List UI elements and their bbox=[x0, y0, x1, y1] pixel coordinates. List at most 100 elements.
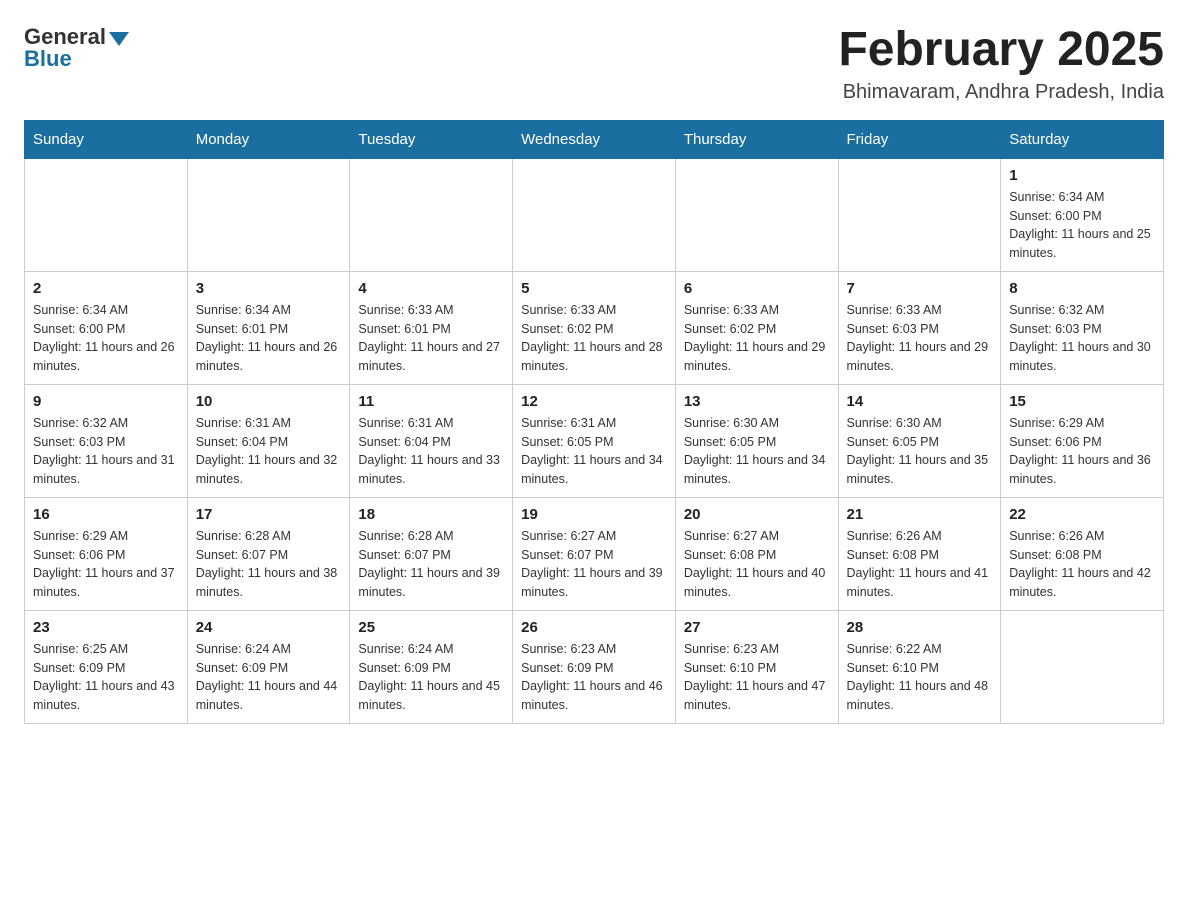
day-info: Sunrise: 6:30 AMSunset: 6:05 PMDaylight:… bbox=[684, 414, 830, 489]
day-info: Sunrise: 6:31 AMSunset: 6:05 PMDaylight:… bbox=[521, 414, 667, 489]
calendar-cell: 15 Sunrise: 6:29 AMSunset: 6:06 PMDayligh… bbox=[1001, 384, 1164, 497]
day-number: 4 bbox=[358, 280, 504, 297]
day-info: Sunrise: 6:26 AMSunset: 6:08 PMDaylight:… bbox=[847, 527, 993, 602]
day-number: 7 bbox=[847, 280, 993, 297]
day-info: Sunrise: 6:24 AMSunset: 6:09 PMDaylight:… bbox=[358, 640, 504, 715]
calendar-cell: 16 Sunrise: 6:29 AMSunset: 6:06 PMDayligh… bbox=[25, 497, 188, 610]
day-info: Sunrise: 6:29 AMSunset: 6:06 PMDaylight:… bbox=[1009, 414, 1155, 489]
day-number: 11 bbox=[358, 393, 504, 410]
day-number: 15 bbox=[1009, 393, 1155, 410]
day-number: 9 bbox=[33, 393, 179, 410]
calendar-cell: 23 Sunrise: 6:25 AMSunset: 6:09 PMDayligh… bbox=[25, 610, 188, 723]
calendar-cell: 21 Sunrise: 6:26 AMSunset: 6:08 PMDayligh… bbox=[838, 497, 1001, 610]
day-info: Sunrise: 6:22 AMSunset: 6:10 PMDaylight:… bbox=[847, 640, 993, 715]
calendar-cell: 5 Sunrise: 6:33 AMSunset: 6:02 PMDaylight… bbox=[513, 271, 676, 384]
location-subtitle: Bhimavaram, Andhra Pradesh, India bbox=[838, 81, 1164, 104]
calendar-cell bbox=[25, 158, 188, 271]
calendar-cell bbox=[187, 158, 350, 271]
day-number: 21 bbox=[847, 506, 993, 523]
day-info: Sunrise: 6:29 AMSunset: 6:06 PMDaylight:… bbox=[33, 527, 179, 602]
logo-arrow-icon bbox=[109, 32, 129, 46]
calendar-table: SundayMondayTuesdayWednesdayThursdayFrid… bbox=[24, 120, 1164, 724]
calendar-week-row: 23 Sunrise: 6:25 AMSunset: 6:09 PMDayligh… bbox=[25, 610, 1164, 723]
calendar-cell: 20 Sunrise: 6:27 AMSunset: 6:08 PMDayligh… bbox=[675, 497, 838, 610]
day-number: 5 bbox=[521, 280, 667, 297]
logo: General Blue bbox=[24, 24, 129, 72]
calendar-cell: 8 Sunrise: 6:32 AMSunset: 6:03 PMDaylight… bbox=[1001, 271, 1164, 384]
calendar-cell: 13 Sunrise: 6:30 AMSunset: 6:05 PMDayligh… bbox=[675, 384, 838, 497]
day-number: 19 bbox=[521, 506, 667, 523]
calendar-cell: 27Sunrise: 6:23 AMSunset: 6:10 PMDayligh… bbox=[675, 610, 838, 723]
day-number: 13 bbox=[684, 393, 830, 410]
calendar-cell: 6Sunrise: 6:33 AMSunset: 6:02 PMDaylight… bbox=[675, 271, 838, 384]
day-number: 8 bbox=[1009, 280, 1155, 297]
calendar-cell: 19 Sunrise: 6:27 AMSunset: 6:07 PMDayligh… bbox=[513, 497, 676, 610]
col-header-friday: Friday bbox=[838, 120, 1001, 158]
day-number: 16 bbox=[33, 506, 179, 523]
calendar-header-row: SundayMondayTuesdayWednesdayThursdayFrid… bbox=[25, 120, 1164, 158]
calendar-week-row: 2Sunrise: 6:34 AMSunset: 6:00 PMDaylight… bbox=[25, 271, 1164, 384]
day-info: Sunrise: 6:33 AMSunset: 6:03 PMDaylight:… bbox=[847, 301, 993, 376]
day-info: Sunrise: 6:30 AMSunset: 6:05 PMDaylight:… bbox=[847, 414, 993, 489]
day-number: 27 bbox=[684, 619, 830, 636]
calendar-cell: 28 Sunrise: 6:22 AMSunset: 6:10 PMDayligh… bbox=[838, 610, 1001, 723]
col-header-sunday: Sunday bbox=[25, 120, 188, 158]
calendar-week-row: 16 Sunrise: 6:29 AMSunset: 6:06 PMDayligh… bbox=[25, 497, 1164, 610]
calendar-cell: 11Sunrise: 6:31 AMSunset: 6:04 PMDayligh… bbox=[350, 384, 513, 497]
day-number: 25 bbox=[358, 619, 504, 636]
day-info: Sunrise: 6:31 AMSunset: 6:04 PMDaylight:… bbox=[196, 414, 342, 489]
day-number: 10 bbox=[196, 393, 342, 410]
day-info: Sunrise: 6:34 AMSunset: 6:01 PMDaylight:… bbox=[196, 301, 342, 376]
calendar-cell bbox=[675, 158, 838, 271]
calendar-cell: 25 Sunrise: 6:24 AMSunset: 6:09 PMDayligh… bbox=[350, 610, 513, 723]
calendar-cell: 4Sunrise: 6:33 AMSunset: 6:01 PMDaylight… bbox=[350, 271, 513, 384]
day-number: 26 bbox=[521, 619, 667, 636]
calendar-cell: 12Sunrise: 6:31 AMSunset: 6:05 PMDayligh… bbox=[513, 384, 676, 497]
day-number: 1 bbox=[1009, 167, 1155, 184]
calendar-cell: 10 Sunrise: 6:31 AMSunset: 6:04 PMDayligh… bbox=[187, 384, 350, 497]
calendar-cell: 22 Sunrise: 6:26 AMSunset: 6:08 PMDayligh… bbox=[1001, 497, 1164, 610]
col-header-monday: Monday bbox=[187, 120, 350, 158]
calendar-cell bbox=[350, 158, 513, 271]
calendar-cell: 18Sunrise: 6:28 AMSunset: 6:07 PMDayligh… bbox=[350, 497, 513, 610]
col-header-saturday: Saturday bbox=[1001, 120, 1164, 158]
day-number: 20 bbox=[684, 506, 830, 523]
calendar-cell: 14 Sunrise: 6:30 AMSunset: 6:05 PMDayligh… bbox=[838, 384, 1001, 497]
logo-blue-text: Blue bbox=[24, 46, 72, 72]
title-section: February 2025 Bhimavaram, Andhra Pradesh… bbox=[838, 24, 1164, 104]
day-info: Sunrise: 6:27 AMSunset: 6:07 PMDaylight:… bbox=[521, 527, 667, 602]
day-info: Sunrise: 6:34 AMSunset: 6:00 PMDaylight:… bbox=[33, 301, 179, 376]
col-header-wednesday: Wednesday bbox=[513, 120, 676, 158]
day-number: 28 bbox=[847, 619, 993, 636]
month-year-title: February 2025 bbox=[838, 24, 1164, 77]
calendar-cell bbox=[838, 158, 1001, 271]
day-info: Sunrise: 6:33 AMSunset: 6:02 PMDaylight:… bbox=[684, 301, 830, 376]
day-info: Sunrise: 6:28 AMSunset: 6:07 PMDaylight:… bbox=[196, 527, 342, 602]
calendar-cell: 24 Sunrise: 6:24 AMSunset: 6:09 PMDayligh… bbox=[187, 610, 350, 723]
day-info: Sunrise: 6:32 AMSunset: 6:03 PMDaylight:… bbox=[1009, 301, 1155, 376]
day-info: Sunrise: 6:25 AMSunset: 6:09 PMDaylight:… bbox=[33, 640, 179, 715]
calendar-cell: 7 Sunrise: 6:33 AMSunset: 6:03 PMDaylight… bbox=[838, 271, 1001, 384]
calendar-cell: 26 Sunrise: 6:23 AMSunset: 6:09 PMDayligh… bbox=[513, 610, 676, 723]
calendar-cell bbox=[1001, 610, 1164, 723]
calendar-cell: 9 Sunrise: 6:32 AMSunset: 6:03 PMDaylight… bbox=[25, 384, 188, 497]
day-info: Sunrise: 6:26 AMSunset: 6:08 PMDaylight:… bbox=[1009, 527, 1155, 602]
calendar-cell: 1 Sunrise: 6:34 AMSunset: 6:00 PMDaylight… bbox=[1001, 158, 1164, 271]
day-info: Sunrise: 6:32 AMSunset: 6:03 PMDaylight:… bbox=[33, 414, 179, 489]
day-info: Sunrise: 6:24 AMSunset: 6:09 PMDaylight:… bbox=[196, 640, 342, 715]
day-number: 22 bbox=[1009, 506, 1155, 523]
calendar-cell bbox=[513, 158, 676, 271]
page-header: General Blue February 2025 Bhimavaram, A… bbox=[24, 24, 1164, 104]
day-number: 14 bbox=[847, 393, 993, 410]
day-info: Sunrise: 6:33 AMSunset: 6:02 PMDaylight:… bbox=[521, 301, 667, 376]
day-info: Sunrise: 6:34 AMSunset: 6:00 PMDaylight:… bbox=[1009, 188, 1155, 263]
day-number: 24 bbox=[196, 619, 342, 636]
day-number: 3 bbox=[196, 280, 342, 297]
day-number: 23 bbox=[33, 619, 179, 636]
day-info: Sunrise: 6:28 AMSunset: 6:07 PMDaylight:… bbox=[358, 527, 504, 602]
day-info: Sunrise: 6:27 AMSunset: 6:08 PMDaylight:… bbox=[684, 527, 830, 602]
day-info: Sunrise: 6:23 AMSunset: 6:09 PMDaylight:… bbox=[521, 640, 667, 715]
calendar-week-row: 1 Sunrise: 6:34 AMSunset: 6:00 PMDaylight… bbox=[25, 158, 1164, 271]
calendar-cell: 3 Sunrise: 6:34 AMSunset: 6:01 PMDaylight… bbox=[187, 271, 350, 384]
calendar-week-row: 9 Sunrise: 6:32 AMSunset: 6:03 PMDaylight… bbox=[25, 384, 1164, 497]
